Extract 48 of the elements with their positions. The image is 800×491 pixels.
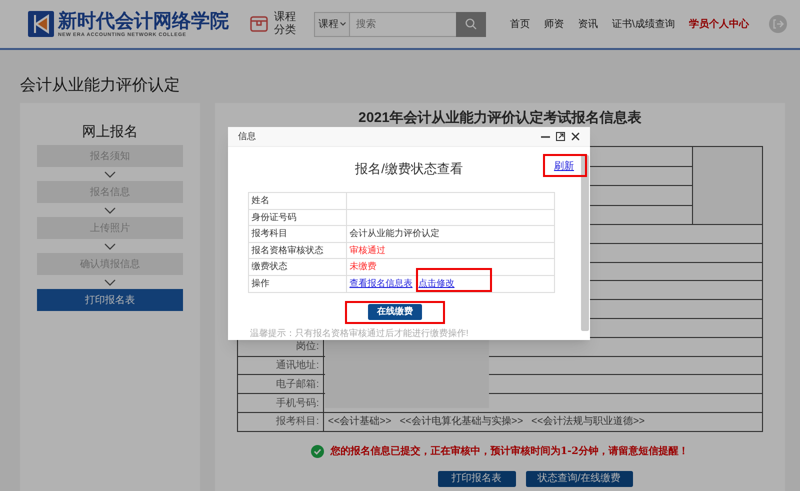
category-label[interactable]: 分类 [274, 24, 296, 37]
table-cell: 姓名 [248, 193, 346, 209]
dialog-title: 信息 [238, 130, 257, 143]
status-message: 您的报名信息已提交，正在审核中，预计审核时间为1-2分钟，请留意短信提醒！ [330, 444, 689, 459]
scope-dropdown[interactable]: 课程 [314, 12, 350, 36]
close-icon[interactable] [571, 132, 580, 141]
scrollbar[interactable] [581, 155, 589, 331]
caret-icon [340, 22, 346, 26]
category-icon[interactable] [250, 15, 268, 33]
dialog-heading: 报名/缴费状态查看 [355, 161, 463, 177]
table-cell: 操作 [248, 276, 346, 292]
form-title: 2021年会计从业能力评价认定考试报名信息表 [358, 108, 642, 126]
highlight-box [543, 154, 587, 177]
nav-link[interactable]: 学员个人中心 [688, 16, 749, 32]
table-cell: 缴费状态 [248, 259, 346, 275]
nav-link[interactable]: 资讯 [578, 16, 598, 32]
refresh-link[interactable]: 刷新 [554, 159, 574, 174]
table-link[interactable]: 点击修改 [418, 277, 454, 291]
tip-text: 温馨提示：只有报名资格审核通过后才能进行缴费操作! [250, 326, 469, 340]
search-icon [465, 18, 477, 30]
search-button[interactable] [456, 12, 486, 36]
field-label: 通讯地址: [238, 356, 324, 374]
logo-text: 新时代会计网络学院 [58, 10, 229, 32]
status-text: 未缴费 [350, 260, 376, 274]
logo-icon [28, 11, 54, 37]
check-icon [311, 444, 324, 458]
nav-link[interactable]: 师资 [544, 16, 564, 32]
pay-button[interactable]: 在线缴费 [368, 304, 422, 320]
action-button[interactable]: 状态查询/在线缴费 [526, 470, 632, 487]
category-label[interactable]: 课程 [274, 11, 296, 24]
field-value: <<会计基础>> <<会计电算化基础与实操>> <<会计法规与职业道德>> [327, 414, 646, 430]
field-label: 电子邮箱: [238, 375, 324, 394]
field-label: 报考科目: [238, 412, 324, 431]
table-cell: 报考科目 [248, 226, 346, 242]
maximize-icon[interactable] [556, 132, 565, 141]
field-label: 手机号码: [238, 394, 324, 412]
step-item[interactable]: 打印报名表 [37, 289, 183, 311]
search-field[interactable]: 搜索 [350, 12, 456, 36]
sidebar-title: 网上报名 [82, 122, 138, 141]
status-text: 审核通过 [350, 244, 386, 257]
table-cell-text: 会计从业能力评价认定 [348, 227, 440, 240]
table-cell: 身份证号码 [248, 210, 346, 226]
action-button[interactable]: 打印报名表 [438, 470, 516, 487]
page-title: 会计从业能力评价认定 [20, 76, 181, 96]
nav-link[interactable]: 证书\成绩查询 [612, 16, 675, 32]
nav-link[interactable]: 首页 [510, 16, 530, 32]
table-cell: 报名资格审核状态 [248, 242, 346, 258]
table-link[interactable]: 查看报名信息表 [350, 277, 412, 291]
